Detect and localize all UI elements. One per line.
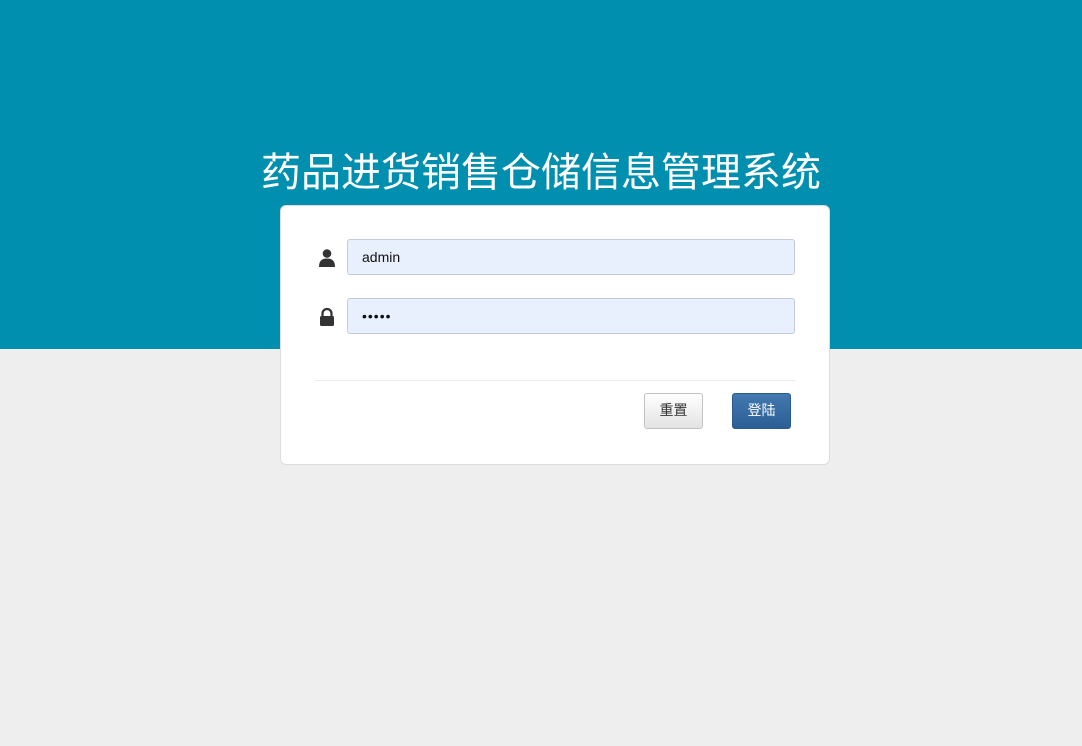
- password-value: •••••: [362, 308, 392, 324]
- username-input[interactable]: admin: [347, 239, 795, 275]
- reset-button[interactable]: 重置: [644, 393, 703, 429]
- lock-icon: [317, 307, 337, 327]
- form-divider: [315, 380, 796, 381]
- login-button[interactable]: 登陆: [732, 393, 791, 429]
- user-icon: [317, 248, 337, 268]
- page-title: 药品进货销售仓储信息管理系统: [261, 150, 821, 196]
- password-input[interactable]: •••••: [347, 298, 795, 334]
- username-row: admin: [281, 239, 829, 277]
- username-value: admin: [362, 249, 401, 265]
- login-panel: admin ••••• 重置 登陆: [280, 205, 830, 465]
- password-row: •••••: [281, 298, 829, 336]
